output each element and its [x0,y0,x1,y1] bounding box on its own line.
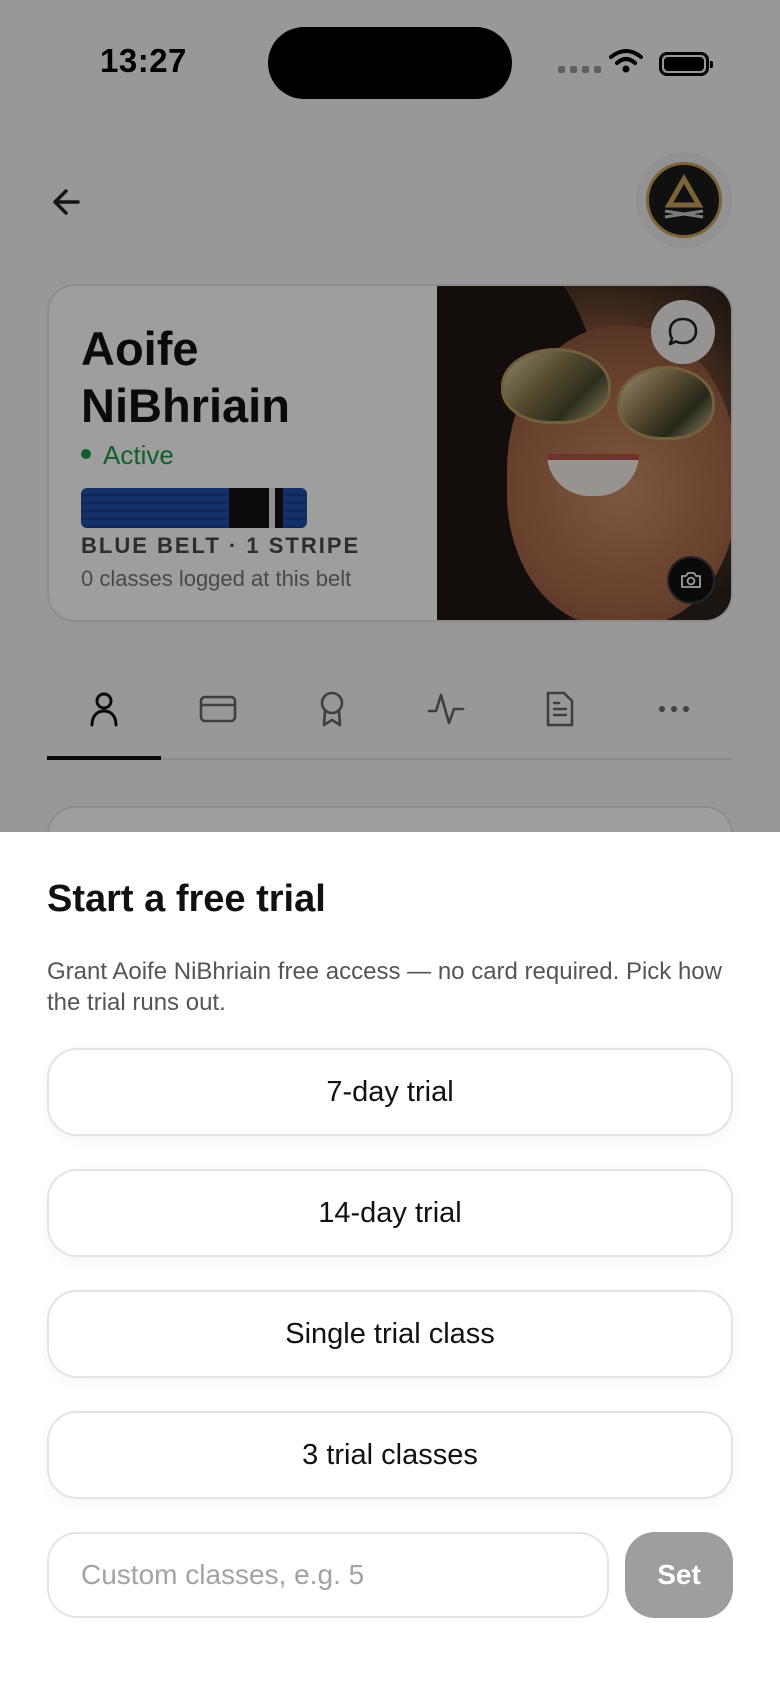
set-button[interactable]: Set [625,1532,733,1618]
sheet-title: Start a free trial [47,878,326,920]
trial-option-3-classes[interactable]: 3 trial classes [47,1411,733,1499]
modal-backdrop[interactable] [0,0,780,832]
free-trial-sheet: Start a free trial Grant Aoife NiBhriain… [0,832,780,1696]
sheet-description: Grant Aoife NiBhriain free access — no c… [47,958,722,1016]
trial-option-single-class[interactable]: Single trial class [47,1290,733,1378]
custom-classes-input[interactable] [47,1532,609,1618]
trial-option-7-day[interactable]: 7-day trial [47,1048,733,1136]
trial-option-14-day[interactable]: 14-day trial [47,1169,733,1257]
